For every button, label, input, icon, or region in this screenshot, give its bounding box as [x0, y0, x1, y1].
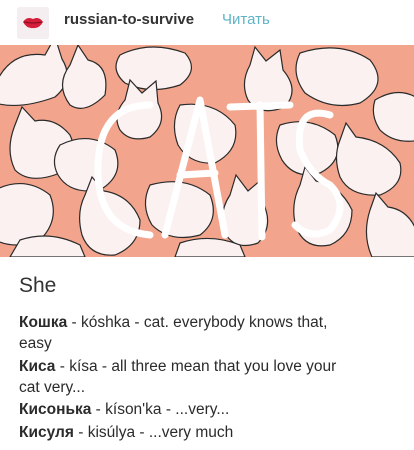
follow-button[interactable]: Читать: [222, 11, 270, 28]
russian-word: Кошка: [19, 314, 68, 331]
vocab-line: Кошка - kóshka - cat. everybody knows th…: [19, 314, 327, 332]
lips-logo-icon: [17, 7, 49, 39]
line-text: cat very...: [19, 379, 86, 396]
vocab-line: Киса - kísa - all three mean that you lo…: [19, 358, 336, 376]
cats-cover-image: [0, 45, 414, 257]
vocab-line: Кисуля - kisúlya - ...very much: [19, 424, 233, 442]
vocab-line: Кисонька - kíson'ka - ...very...: [19, 401, 229, 419]
post-title: She: [19, 274, 57, 297]
vocab-line: easy: [19, 335, 52, 353]
cats-illustration: [0, 45, 414, 257]
line-text: - kóshka - cat. everybody knows that,: [67, 314, 328, 331]
russian-word: Киса: [19, 358, 56, 375]
blog-avatar[interactable]: [17, 7, 49, 39]
line-text: - kísa - all three mean that you love yo…: [55, 358, 337, 375]
line-text: - kisúlya - ...very much: [73, 424, 234, 441]
blog-name-link[interactable]: russian-to-survive: [64, 11, 194, 28]
line-text: easy: [19, 335, 52, 352]
post-header: russian-to-survive Читать: [0, 0, 414, 44]
line-text: - kíson'ka - ...very...: [91, 401, 230, 418]
vocab-line: cat very...: [19, 379, 85, 397]
russian-word: Кисонька: [19, 401, 92, 418]
russian-word: Кисуля: [19, 424, 74, 441]
